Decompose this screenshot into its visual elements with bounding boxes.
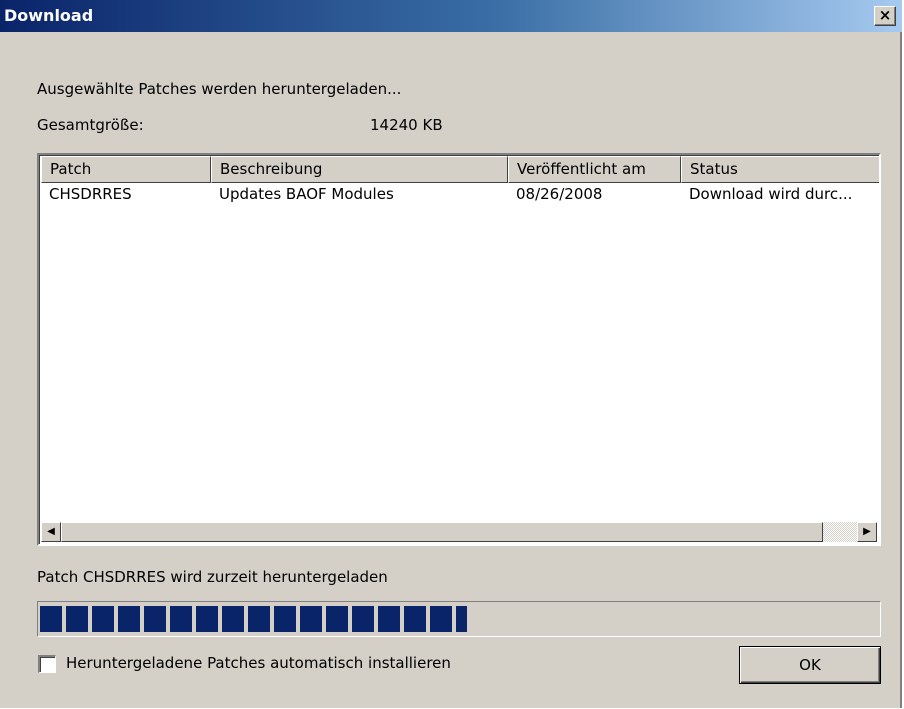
close-button[interactable]: × — [874, 6, 896, 26]
table-row[interactable]: CHSDRRES Updates BAOF Modules 08/26/2008… — [41, 183, 879, 205]
auto-install-label[interactable]: Heruntergeladene Patches automatisch ins… — [66, 654, 451, 672]
current-download-label: Patch CHSDRRES wird zurzeit heruntergela… — [37, 568, 388, 586]
patch-list[interactable]: Patch Beschreibung Veröffentlicht am Sta… — [37, 153, 881, 546]
scroll-right-button[interactable]: ▶ — [857, 522, 877, 542]
ok-button[interactable]: OK — [739, 646, 881, 684]
window-title: Download — [4, 6, 94, 25]
auto-install-checkbox[interactable] — [38, 655, 56, 673]
cell-veroeffentlicht: 08/26/2008 — [516, 185, 603, 203]
total-size-value: 14240 KB — [370, 116, 443, 134]
scrollbar-track[interactable] — [823, 522, 857, 542]
column-header-status[interactable]: Status — [681, 156, 879, 183]
arrow-left-icon: ◀ — [47, 526, 55, 537]
column-header-patch[interactable]: Patch — [41, 156, 211, 183]
download-dialog: Download × Ausgewählte Patches werden he… — [0, 0, 902, 708]
status-line: Ausgewählte Patches werden heruntergelad… — [37, 80, 402, 98]
arrow-right-icon: ▶ — [863, 526, 871, 537]
column-header-beschreibung[interactable]: Beschreibung — [211, 156, 508, 183]
cell-beschreibung: Updates BAOF Modules — [219, 185, 394, 203]
total-size-label: Gesamtgröße: — [37, 116, 144, 134]
column-header-veroeffentlicht[interactable]: Veröffentlicht am — [508, 156, 681, 183]
title-bar[interactable]: Download × — [0, 0, 902, 32]
download-progress-bar — [37, 601, 881, 637]
scrollbar-thumb[interactable] — [61, 522, 823, 542]
cell-status: Download wird durc... — [689, 185, 853, 203]
close-icon: × — [878, 6, 892, 24]
horizontal-scrollbar[interactable]: ◀ ▶ — [41, 522, 877, 542]
list-header: Patch Beschreibung Veröffentlicht am Sta… — [41, 156, 879, 183]
cell-patch: CHSDRRES — [49, 185, 132, 203]
scroll-left-button[interactable]: ◀ — [41, 522, 61, 542]
progress-fill — [40, 606, 468, 632]
